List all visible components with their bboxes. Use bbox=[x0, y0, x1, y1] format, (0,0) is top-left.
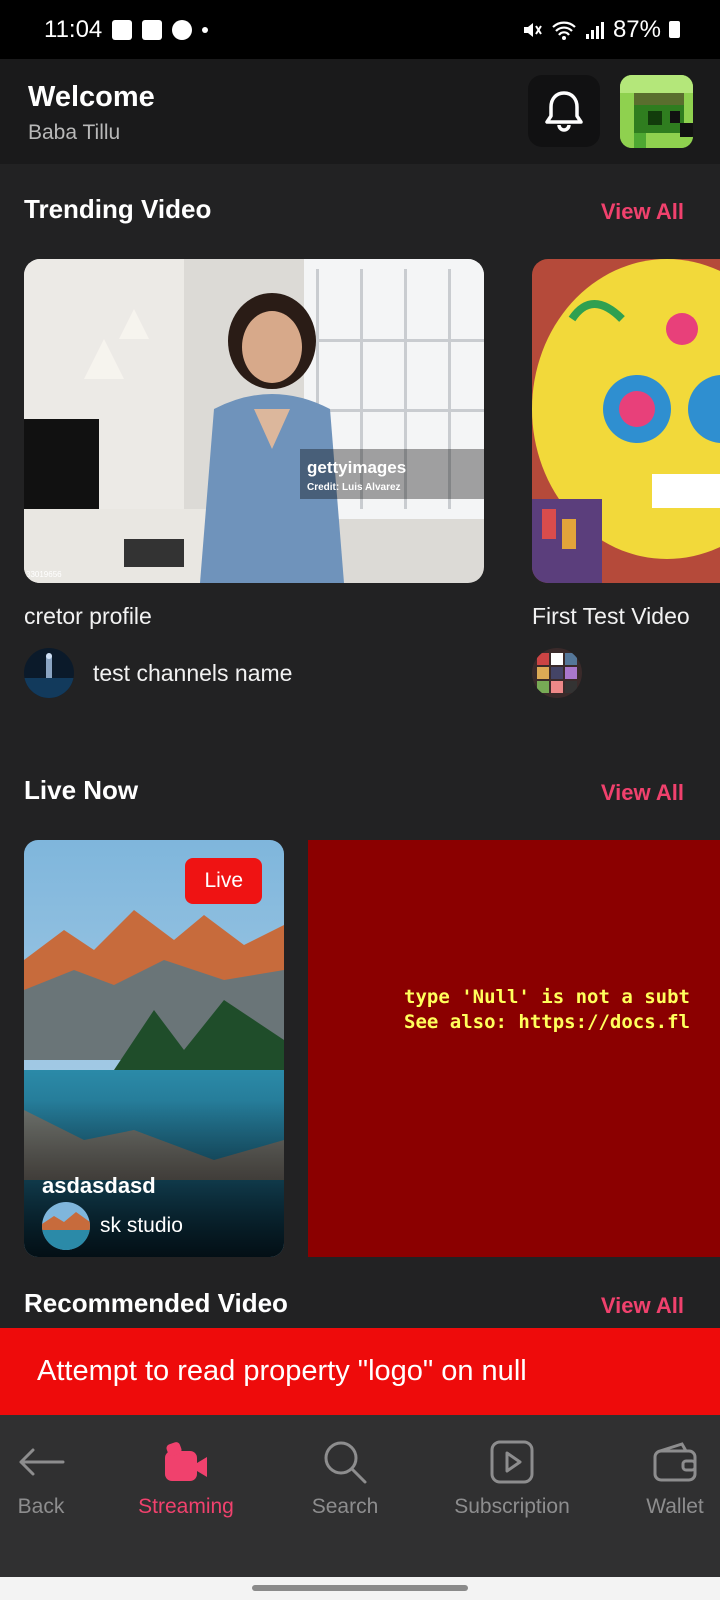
back-arrow-icon bbox=[19, 1448, 65, 1476]
pixel-avatar-icon bbox=[620, 75, 693, 148]
notifications-button[interactable] bbox=[528, 75, 600, 147]
wallet-icon bbox=[653, 1442, 697, 1482]
getty-watermark: gettyimages bbox=[307, 458, 406, 477]
profile-avatar-button[interactable] bbox=[620, 75, 693, 148]
trending-section-title: Trending Video bbox=[24, 194, 212, 224]
s-app-icon bbox=[142, 19, 163, 40]
nav-wallet[interactable]: Wallet bbox=[640, 1435, 710, 1519]
battery-icon bbox=[669, 21, 680, 38]
gallery-icon bbox=[112, 19, 133, 40]
error-line-2: See also: https://docs.fl bbox=[404, 1011, 690, 1033]
recommended-section-title: Recommended Video bbox=[24, 1288, 288, 1318]
live-channel-avatar[interactable] bbox=[42, 1202, 90, 1250]
trending-view-all-link[interactable]: View All bbox=[601, 199, 684, 225]
gesture-area bbox=[0, 1577, 720, 1600]
nav-wallet-label: Wallet bbox=[646, 1495, 704, 1518]
welcome-title: Welcome bbox=[28, 81, 155, 113]
error-toast: Attempt to read property "logo" on null bbox=[0, 1328, 720, 1415]
live-view-all-link[interactable]: View All bbox=[601, 780, 684, 806]
trending-video-thumbnail[interactable]: gettyimages Credit: Luis Alvarez 3301965… bbox=[24, 259, 484, 583]
status-bar: 11:04 87% bbox=[0, 0, 720, 59]
signal-icon bbox=[585, 21, 604, 39]
video-title[interactable]: cretor profile bbox=[24, 603, 152, 630]
battery-percent: 87% bbox=[612, 15, 661, 43]
nav-subscription-label: Subscription bbox=[454, 1495, 570, 1518]
nav-search[interactable]: Search bbox=[305, 1435, 385, 1519]
bottom-navigation: Back Streaming Search Subscription Walle… bbox=[0, 1415, 720, 1577]
nav-search-label: Search bbox=[311, 1495, 379, 1518]
live-badge: Live bbox=[185, 858, 262, 904]
sync-icon bbox=[172, 19, 193, 40]
toast-message: Attempt to read property "logo" on null bbox=[37, 1355, 527, 1387]
status-time: 11:04 bbox=[44, 15, 103, 43]
bell-icon bbox=[545, 91, 583, 132]
app-header: Welcome Baba Tillu bbox=[0, 59, 720, 164]
video-title-2[interactable]: First Test Video bbox=[532, 603, 690, 630]
error-line-1: type 'Null' is not a subt bbox=[404, 986, 690, 1008]
mute-icon bbox=[523, 22, 542, 37]
live-stream-card[interactable]: Live asdasdasd sk studio bbox=[24, 840, 284, 1257]
nav-back-label: Back bbox=[17, 1495, 65, 1518]
live-channel-name[interactable]: sk studio bbox=[100, 1214, 183, 1238]
trending-video-thumbnail-2[interactable] bbox=[532, 259, 720, 583]
getty-credit: Credit: Luis Alvarez bbox=[307, 482, 401, 493]
render-error-panel: type 'Null' is not a subt See also: http… bbox=[308, 840, 720, 1257]
home-gesture-bar[interactable] bbox=[252, 1585, 468, 1591]
channel-name[interactable]: test channels name bbox=[93, 660, 292, 687]
app-screen: 11:04 87% Welcome Baba Tillu Trending Vi… bbox=[0, 0, 720, 1600]
channel-avatar-2[interactable] bbox=[532, 648, 582, 698]
live-section-title: Live Now bbox=[24, 775, 139, 805]
user-name: Baba Tillu bbox=[28, 121, 121, 144]
nav-streaming[interactable]: Streaming bbox=[136, 1435, 236, 1519]
video-camera-icon bbox=[165, 1442, 207, 1481]
wifi-icon bbox=[552, 21, 576, 40]
play-square-icon bbox=[490, 1440, 534, 1484]
live-stream-title: asdasdasd bbox=[42, 1173, 156, 1198]
recommended-view-all-link[interactable]: View All bbox=[601, 1293, 684, 1319]
nav-back[interactable]: Back bbox=[15, 1435, 67, 1519]
nav-subscription[interactable]: Subscription bbox=[450, 1435, 574, 1519]
channel-avatar[interactable] bbox=[24, 648, 74, 698]
image-id-label: 33019656 bbox=[26, 570, 62, 579]
notification-dot-icon bbox=[202, 26, 209, 33]
nav-streaming-label: Streaming bbox=[138, 1495, 234, 1518]
search-icon bbox=[324, 1441, 367, 1484]
